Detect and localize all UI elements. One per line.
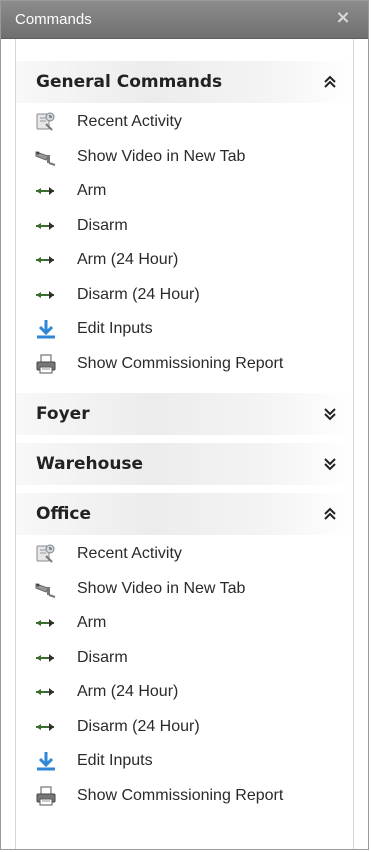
command-recent-activity[interactable]: Recent Activity xyxy=(16,537,353,572)
command-show-video-in-new-tab[interactable]: Show Video in New Tab xyxy=(16,140,353,175)
command-arm[interactable]: Arm xyxy=(16,606,353,641)
command-disarm[interactable]: Disarm xyxy=(16,209,353,244)
section-header-warehouse[interactable]: Warehouse xyxy=(16,443,353,485)
expand-chevron-icon[interactable] xyxy=(321,455,339,473)
commands-content: General Commands Recent Activity Show Vide… xyxy=(15,39,354,849)
command-label: Edit Inputs xyxy=(77,752,153,769)
section-general-commands: General Commands Recent Activity Show Vide… xyxy=(16,61,353,393)
section-title: Warehouse xyxy=(36,454,144,474)
command-label: Show Video in New Tab xyxy=(77,579,246,597)
recent-activity-icon xyxy=(34,111,58,133)
camera-icon xyxy=(34,146,58,168)
command-disarm-24-hour[interactable]: Disarm (24 Hour) xyxy=(16,278,353,313)
command-label: Edit Inputs xyxy=(77,320,153,337)
command-label: Arm xyxy=(77,614,107,631)
arm-arrows-icon xyxy=(34,612,58,634)
command-label: Show Video in New Tab xyxy=(77,147,246,165)
section-office: Office Recent Activity Show Video in New T… xyxy=(16,493,353,825)
command-label: Show Commissioning Report xyxy=(77,786,284,804)
command-arm-24-hour[interactable]: Arm (24 Hour) xyxy=(16,243,353,278)
arm-arrows-icon xyxy=(34,249,58,271)
section-title: Office xyxy=(36,504,92,524)
command-disarm-24-hour[interactable]: Disarm (24 Hour) xyxy=(16,710,353,745)
command-label: Arm xyxy=(77,182,107,199)
section-header-general-commands[interactable]: General Commands xyxy=(16,61,353,103)
collapse-chevron-icon[interactable] xyxy=(321,505,339,523)
command-show-video-in-new-tab[interactable]: Show Video in New Tab xyxy=(16,572,353,607)
close-icon[interactable]: × xyxy=(332,7,354,29)
command-label: Arm (24 Hour) xyxy=(77,251,179,268)
command-disarm[interactable]: Disarm xyxy=(16,641,353,676)
disarm-arrows-icon xyxy=(34,284,58,306)
section-title: General Commands xyxy=(36,72,223,92)
command-edit-inputs[interactable]: Edit Inputs xyxy=(16,744,353,779)
panel-titlebar: Commands × xyxy=(1,1,368,39)
section-warehouse: Warehouse xyxy=(16,443,353,493)
camera-icon xyxy=(34,578,58,600)
section-header-foyer[interactable]: Foyer xyxy=(16,393,353,435)
command-edit-inputs[interactable]: Edit Inputs xyxy=(16,312,353,347)
printer-icon xyxy=(34,785,58,807)
command-label: Disarm (24 Hour) xyxy=(77,285,200,303)
command-show-commissioning-report[interactable]: Show Commissioning Report xyxy=(16,779,353,814)
arm-arrows-icon xyxy=(34,180,58,202)
edit-inputs-icon xyxy=(34,318,58,340)
command-arm[interactable]: Arm xyxy=(16,174,353,209)
command-label: Disarm (24 Hour) xyxy=(77,717,200,735)
edit-inputs-icon xyxy=(34,750,58,772)
section-foyer: Foyer xyxy=(16,393,353,443)
section-title: Foyer xyxy=(36,404,90,424)
command-arm-24-hour[interactable]: Arm (24 Hour) xyxy=(16,675,353,710)
disarm-arrows-icon xyxy=(34,716,58,738)
command-label: Arm (24 Hour) xyxy=(77,683,179,700)
printer-icon xyxy=(34,353,58,375)
command-label: Recent Activity xyxy=(77,113,182,130)
commands-panel: Commands × General Commands Recent Activi… xyxy=(0,0,369,850)
command-label: Disarm xyxy=(77,648,128,666)
arm-arrows-icon xyxy=(34,681,58,703)
command-label: Recent Activity xyxy=(77,545,182,562)
expand-chevron-icon[interactable] xyxy=(321,405,339,423)
command-show-commissioning-report[interactable]: Show Commissioning Report xyxy=(16,347,353,382)
content-top-spacer xyxy=(16,39,353,61)
collapse-chevron-icon[interactable] xyxy=(321,73,339,91)
recent-activity-icon xyxy=(34,543,58,565)
command-label: Show Commissioning Report xyxy=(77,354,284,372)
disarm-arrows-icon xyxy=(34,215,58,237)
command-label: Disarm xyxy=(77,216,128,234)
command-list: Recent Activity Show Video in New Tab Arm D… xyxy=(16,535,353,817)
panel-title: Commands xyxy=(15,11,92,28)
command-list: Recent Activity Show Video in New Tab Arm D… xyxy=(16,103,353,385)
disarm-arrows-icon xyxy=(34,647,58,669)
section-header-office[interactable]: Office xyxy=(16,493,353,535)
command-recent-activity[interactable]: Recent Activity xyxy=(16,105,353,140)
